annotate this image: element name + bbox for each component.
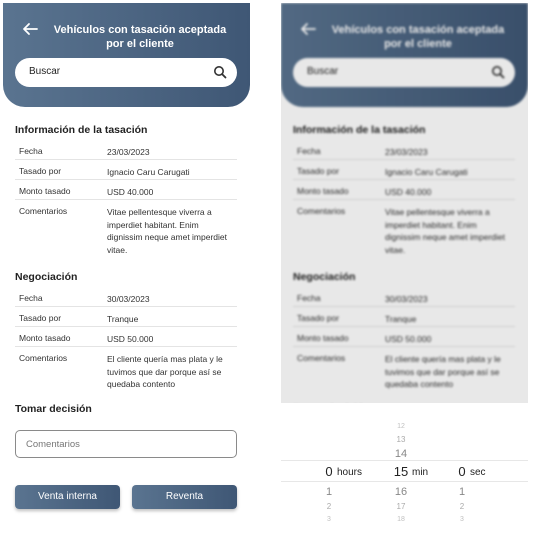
dim-overlay — [281, 3, 528, 403]
minutes-option[interactable]: 14 — [391, 448, 411, 460]
row-label: Monto tasado — [19, 333, 71, 343]
minutes-selected[interactable]: 15 — [391, 464, 411, 479]
reventa-button[interactable]: Reventa — [132, 485, 237, 509]
left-screen: Vehículos con tasación aceptada por el c… — [3, 3, 250, 540]
tasacion-row-fecha: Fecha 23/03/2023 — [15, 140, 237, 160]
seconds-option[interactable]: 3 — [452, 516, 472, 523]
minutes-option[interactable]: 16 — [391, 486, 411, 498]
row-value: 23/03/2023 — [107, 147, 150, 157]
comentarios-input[interactable]: Comentarios — [15, 430, 237, 458]
seconds-unit: sec — [470, 467, 486, 478]
seconds-option[interactable]: 2 — [452, 502, 472, 511]
search-input[interactable]: Buscar — [15, 58, 237, 87]
header: Vehículos con tasación aceptada por el c… — [3, 3, 250, 107]
minutes-option[interactable]: 12 — [391, 423, 411, 430]
hours-option[interactable]: 2 — [319, 502, 339, 511]
row-value: Vitae pellentesque viverra a imperdiet h… — [107, 207, 228, 255]
hours-option[interactable]: 1 — [319, 486, 339, 498]
row-label: Tasado por — [19, 166, 62, 176]
venta-interna-button[interactable]: Venta interna — [15, 485, 120, 509]
row-value: USD 50.000 — [107, 334, 154, 344]
seconds-selected[interactable]: 0 — [452, 464, 472, 479]
minutes-option[interactable]: 17 — [391, 502, 411, 511]
hours-selected[interactable]: 0 — [319, 464, 339, 479]
tasacion-row-tasado-por: Tasado por Ignacio Caru Carugati — [15, 160, 237, 180]
time-picker[interactable]: 1 2 3 0 hours 12 13 14 15 min 16 17 18 1… — [281, 403, 528, 540]
minutes-option[interactable]: 13 — [391, 435, 411, 444]
row-value: Ignacio Caru Carugati — [107, 167, 190, 177]
tasacion-row-comentarios: Comentarios Vitae pellentesque viverra a… — [15, 200, 237, 258]
row-value: USD 40.000 — [107, 187, 154, 197]
row-label: Fecha — [19, 293, 43, 303]
tasacion-row-monto: Monto tasado USD 40.000 — [15, 180, 237, 200]
row-label: Tasado por — [19, 313, 62, 323]
decision-title: Tomar decisión — [15, 403, 92, 415]
row-label: Comentarios — [19, 206, 68, 216]
hours-unit: hours — [337, 467, 363, 478]
minutes-option[interactable]: 18 — [391, 516, 411, 523]
hours-option[interactable]: 3 — [319, 516, 339, 523]
search-icon[interactable] — [213, 65, 227, 79]
negociacion-title: Negociación — [15, 271, 78, 283]
tasacion-title: Información de la tasación — [15, 124, 148, 136]
page-title: Vehículos con tasación aceptada por el c… — [53, 24, 227, 50]
right-screen: Vehículos con tasación aceptada por el c… — [281, 3, 528, 540]
seconds-option[interactable]: 1 — [452, 486, 472, 498]
negociacion-row-monto: Monto tasado USD 50.000 — [15, 327, 237, 347]
row-value: Tranque — [107, 314, 139, 324]
row-value: 30/03/2023 — [107, 294, 150, 304]
row-label: Comentarios — [19, 353, 68, 363]
row-value: El cliente quería mas plata y le tuvimos… — [107, 354, 223, 389]
negociacion-row-comentarios: Comentarios El cliente quería mas plata … — [15, 347, 237, 393]
search-placeholder: Buscar — [29, 66, 61, 77]
comentarios-placeholder: Comentarios — [26, 439, 80, 450]
row-label: Fecha — [19, 146, 43, 156]
row-label: Monto tasado — [19, 186, 71, 196]
negociacion-row-tasado-por: Tasado por Tranque — [15, 307, 237, 327]
negociacion-row-fecha: Fecha 30/03/2023 — [15, 287, 237, 307]
back-arrow-icon[interactable] — [21, 21, 39, 37]
minutes-unit: min — [412, 467, 429, 478]
